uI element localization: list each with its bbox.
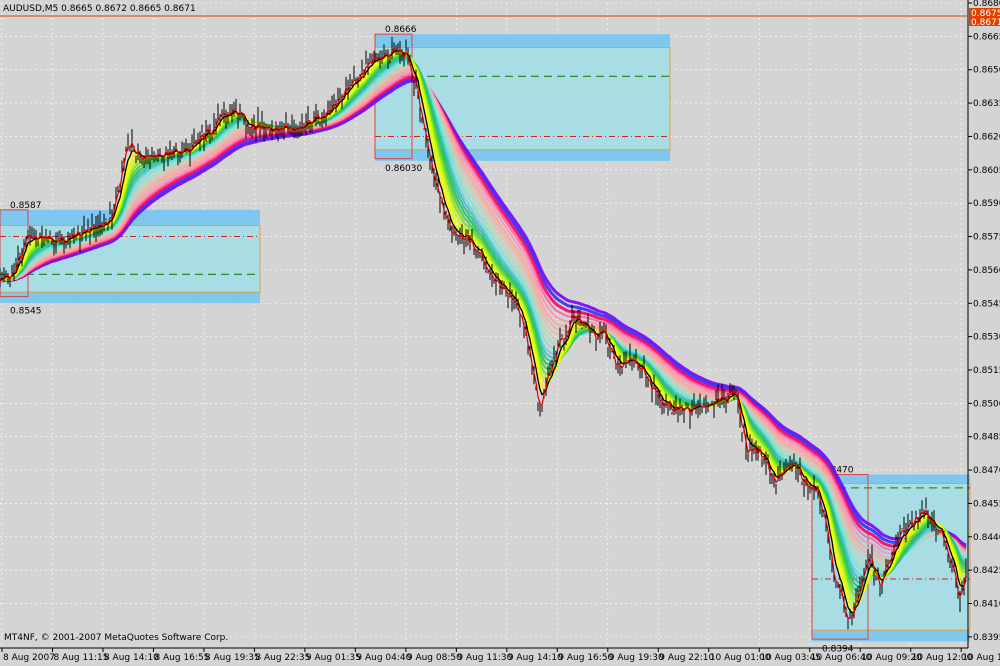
y-tick-label: 0.8605	[973, 166, 1000, 176]
x-tick-label: 9 Aug 16:50	[558, 653, 613, 662]
y-tick-label: 0.8515	[973, 366, 1000, 376]
x-tick-label: 9 Aug 01:35	[306, 653, 361, 662]
x-tick-label: 8 Aug 19:35	[205, 653, 260, 662]
x-tick-label: 9 Aug 08:50	[407, 653, 462, 662]
x-tick-label: 9 Aug 04:40	[356, 653, 411, 662]
y-tick-label: 0.8410	[973, 600, 1000, 610]
x-tick-label: 9 Aug 14:10	[508, 653, 563, 662]
y-tick-label: 0.8470	[973, 466, 1000, 476]
y-tick-label: 0.8575	[973, 233, 1000, 243]
y-tick-label: 0.8545	[973, 299, 1000, 309]
y-tick-label: 0.8530	[973, 333, 1000, 343]
y-tick-label: 0.8680	[973, 0, 1000, 9]
y-tick-label: 0.8500	[973, 399, 1000, 409]
x-tick-label: 8 Aug 22:35	[255, 653, 310, 662]
x-tick-label: 9 Aug 19:30	[609, 653, 664, 662]
y-tick-label: 0.8590	[973, 199, 1000, 209]
y-tick-label: 0.8440	[973, 533, 1000, 543]
symbol-header: AUDUSD,M5 0.8665 0.8672 0.8665 0.8671	[3, 4, 196, 14]
y-tick-label: 0.8455	[973, 499, 1000, 509]
box-low-label: 0.86030	[385, 164, 422, 174]
x-tick-label: 8 Aug 11:15	[53, 653, 108, 662]
box-low-label: 0.8545	[10, 306, 42, 316]
x-tick-label: 9 Aug 22:10	[659, 653, 714, 662]
copyright-footer: MT4NF, © 2001-2007 MetaQuotes Software C…	[4, 633, 228, 643]
x-tick-label: 10 Aug 14:40	[962, 653, 1000, 662]
price-tag-label: 0.8671	[971, 18, 1000, 28]
y-tick-label: 0.8650	[973, 66, 1000, 76]
chart-area[interactable]: 0.8587 0.8545 0.8666 0.86030 0.8470 0.8394 0.…	[0, 0, 1000, 663]
x-tick-label: 8 Aug 14:10	[104, 653, 159, 662]
price-chart[interactable]: 0.85870.85450.86660.860300.84700.8394 0.…	[0, 0, 1000, 663]
x-tick-label: 8 Aug 16:55	[154, 653, 209, 662]
y-tick-label: 0.8560	[973, 266, 1000, 276]
y-tick-label: 0.8620	[973, 132, 1000, 142]
y-tick-label: 0.8425	[973, 566, 1000, 576]
y-tick-label: 0.8665	[973, 32, 1000, 42]
y-tick-label: 0.8485	[973, 433, 1000, 443]
x-tick-label: 9 Aug 11:30	[457, 653, 512, 662]
x-tick-label: 8 Aug 2007	[3, 653, 55, 662]
y-tick-label: 0.8395	[973, 633, 1000, 643]
y-tick-label: 0.8635	[973, 99, 1000, 109]
